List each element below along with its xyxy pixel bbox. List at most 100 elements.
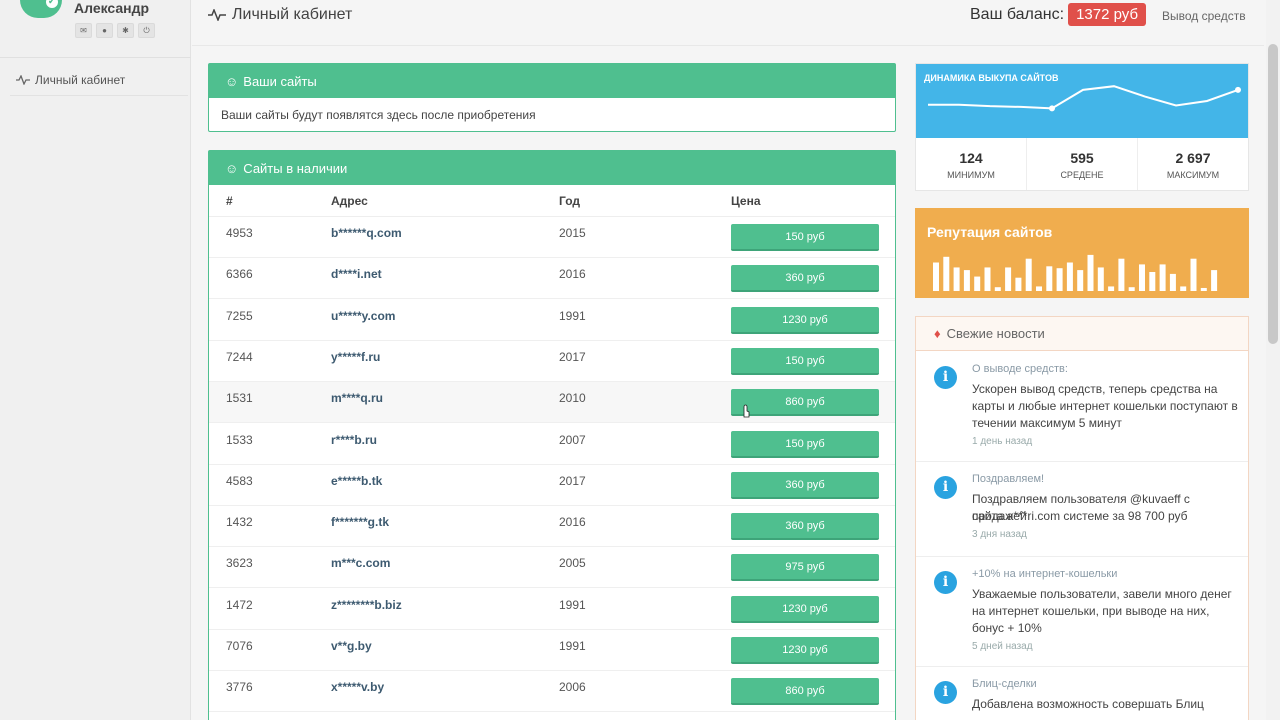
buy-price-button[interactable]: 1230 руб	[731, 595, 879, 623]
table-row: 3776 x*****v.by 2006 860 руб	[209, 671, 895, 713]
page-title: Личный кабинет	[208, 6, 352, 24]
news-item-text: сайта a***ri.com системе за 98 700 руб	[972, 509, 1188, 523]
buy-price-button[interactable]: 150 руб	[731, 224, 879, 251]
buy-price-button[interactable]: 1230 руб	[731, 306, 879, 334]
reputation-bar-chart	[933, 254, 1218, 291]
site-address: u*****y.com	[331, 308, 396, 323]
reputation-bar	[953, 267, 960, 291]
table-row: 4583 e*****b.tk 2017 360 руб	[209, 465, 895, 506]
username: Александр	[74, 0, 150, 16]
buy-price-button[interactable]: 975 руб	[731, 554, 879, 582]
site-year: 2007	[559, 432, 586, 447]
sidebar-item-label: Личный кабинет	[35, 72, 126, 87]
power-icon[interactable]: ⏻	[138, 23, 155, 38]
dynamics-stats: 124 МИНИМУМ 595 СРЕДЕНЕ 2 697 МАКСИМУМ	[916, 138, 1248, 190]
info-icon: i	[934, 366, 957, 389]
site-address: v**g.by	[331, 639, 372, 653]
site-id: 6366	[226, 267, 253, 282]
dynamics-line	[928, 85, 1239, 110]
news-item-time: 5 дней назад	[972, 641, 1033, 652]
reputation-bar	[1066, 262, 1073, 291]
withdraw-link[interactable]: Вывод средств	[1162, 9, 1246, 23]
news-item[interactable]: i Блиц-сделки Добавлена возможность соверш…	[916, 667, 1248, 720]
site-address: z********b.biz	[331, 597, 402, 612]
mail-icon[interactable]: ✉	[75, 23, 92, 38]
dynamics-card: ДИНАМИКА ВЫКУПА САЙТОВ 124 МИНИМУМ 595 С…	[915, 63, 1249, 191]
sidebar-divider	[0, 57, 191, 58]
stat-label: МИНИМУМ	[947, 170, 995, 180]
news-item-text: на интернет кошельки, при выводе на них,	[972, 604, 1210, 618]
reputation-bar	[1036, 286, 1042, 291]
reputation-bar	[1056, 268, 1063, 291]
stat-value: 124	[959, 150, 983, 166]
table-row: 7076 v**g.by 1991 1230 руб	[209, 630, 895, 671]
header-divider	[192, 45, 1264, 46]
reputation-bar	[1118, 258, 1125, 291]
stat-label: МАКСИМУМ	[1166, 170, 1220, 180]
table-row: 6366 d****i.net 2016 360 руб	[209, 258, 895, 300]
site-id: 4583	[226, 473, 253, 488]
stat-value: 2 697	[1175, 150, 1211, 166]
site-year: 2006	[559, 680, 586, 695]
news-item-title: Поздравляем!	[972, 473, 1045, 485]
buy-price-button[interactable]: 360 руб	[731, 513, 879, 541]
site-address: e*****b.tk	[331, 473, 383, 488]
buy-price-button[interactable]: 860 руб	[731, 389, 879, 417]
news-item-text: Уважаемые пользователи, завели много ден…	[972, 587, 1232, 601]
reputation-card: Репутация сайтов	[915, 208, 1249, 298]
buy-price-button[interactable]: 1230 руб	[731, 637, 879, 664]
fire-icon: ♦	[934, 326, 941, 341]
site-year: 2010	[559, 391, 586, 406]
buy-price-button[interactable]: 150 руб	[731, 347, 879, 375]
reputation-bar	[984, 267, 991, 291]
scrollbar-thumb[interactable]	[1268, 44, 1278, 344]
col-id[interactable]: #	[226, 194, 233, 208]
reputation-bar	[1169, 273, 1176, 291]
info-icon: i	[934, 571, 957, 594]
buy-price-button[interactable]: 360 руб	[731, 265, 879, 293]
reputation-bar	[943, 256, 950, 291]
news-item-text: бонус + 10%	[972, 621, 1042, 635]
buy-price-button[interactable]: 150 руб	[731, 430, 879, 458]
col-price[interactable]: Цена	[731, 194, 761, 208]
site-id: 4953	[226, 226, 253, 240]
site-id: 3776	[226, 680, 253, 695]
my-sites-header: ☺ Ваши сайты	[209, 64, 895, 98]
reputation-bar	[1128, 287, 1135, 291]
site-year: 2017	[559, 349, 586, 364]
reputation-bar	[1025, 258, 1032, 291]
news-item-time: 3 дня назад	[972, 529, 1027, 540]
user-actions: ✉ ● ✱ ⏻	[75, 23, 155, 38]
site-id: 1531	[226, 391, 253, 406]
user-icon[interactable]: ●	[96, 23, 113, 38]
my-sites-panel: ☺ Ваши сайты Ваши сайты будут появлятся …	[208, 63, 896, 132]
sidebar-item-cabinet[interactable]: Личный кабинет	[10, 64, 188, 96]
news-item[interactable]: i +10% на интернет-кошельки Уважаемые поль…	[916, 557, 1248, 667]
stat-avg: 595 СРЕДЕНЕ	[1027, 138, 1138, 190]
col-address[interactable]: Адрес	[331, 194, 368, 208]
info-icon: i	[934, 681, 957, 704]
news-item[interactable]: i О выводе средств: Ускорен вывод средств,…	[916, 352, 1248, 462]
page-title-text: Личный кабинет	[232, 6, 353, 23]
balance-label: Ваш баланс:	[970, 5, 1065, 23]
site-id: 1432	[226, 515, 253, 530]
site-address: y*****f.ru	[331, 349, 381, 364]
site-address: m***c.com	[331, 556, 391, 571]
site-id: 7244	[226, 349, 253, 364]
reputation-bar	[963, 270, 970, 291]
reputation-bar	[1159, 264, 1166, 291]
news-item-text: карты и любые интернет кошельки поступаю…	[972, 399, 1238, 413]
buy-price-button[interactable]: 860 руб	[731, 678, 879, 706]
news-item-text: Добавлена возможность совершать Блиц	[972, 697, 1204, 711]
buy-price-button[interactable]: 360 руб	[731, 471, 879, 499]
reputation-bar	[1200, 287, 1207, 291]
table-row: 1472 z********b.biz 1991 1230 руб	[209, 589, 895, 630]
table-row: 1533 r****b.ru 2007 150 руб	[209, 424, 895, 465]
balance: Ваш баланс: 1372 руб	[970, 3, 1147, 26]
dynamics-point	[1235, 86, 1241, 93]
my-sites-title: Ваши сайты	[243, 73, 317, 89]
site-year: 1991	[559, 308, 586, 323]
col-year[interactable]: Год	[559, 194, 580, 208]
gear-icon[interactable]: ✱	[117, 23, 134, 38]
news-item[interactable]: i Поздравляем! Поздравляем пользователя @k…	[916, 462, 1248, 557]
